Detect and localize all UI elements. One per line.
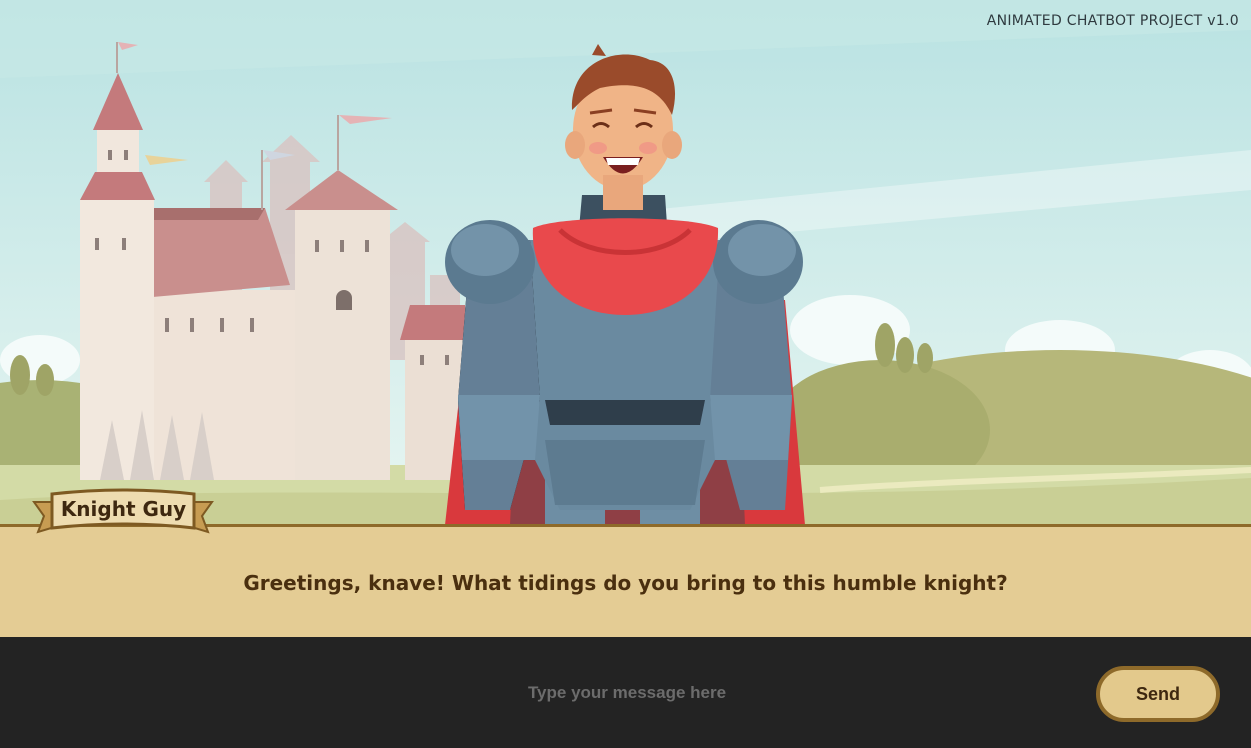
send-button[interactable]: Send <box>1096 666 1220 722</box>
background-scene <box>0 0 1251 527</box>
message-input[interactable] <box>330 671 924 715</box>
character-name: Knight Guy <box>60 497 187 521</box>
castle-landscape-illustration <box>0 0 1251 527</box>
dialogue-text: Greetings, knave! What tidings do you br… <box>243 571 1008 595</box>
input-bar: Send <box>0 637 1251 748</box>
project-title: ANIMATED CHATBOT PROJECT v1.0 <box>986 13 1239 29</box>
